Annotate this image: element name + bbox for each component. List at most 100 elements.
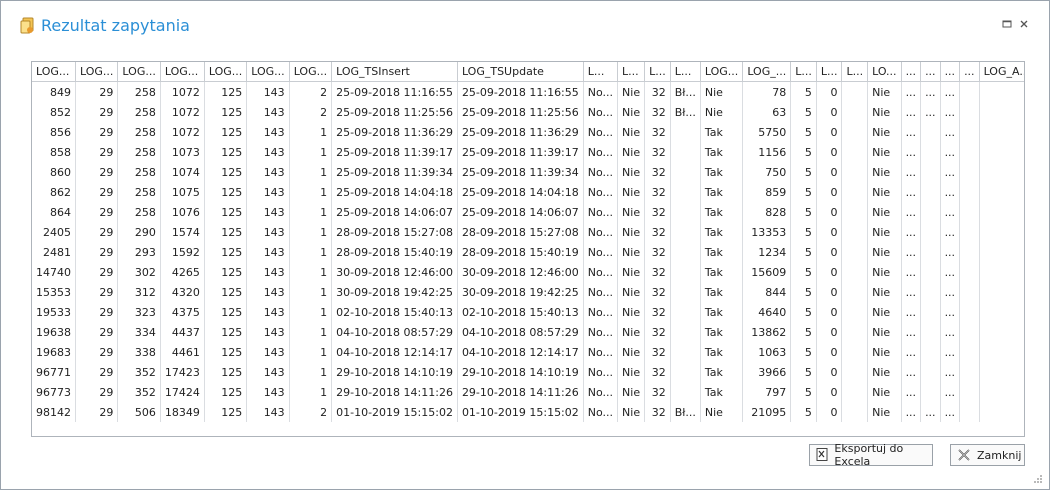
- table-row[interactable]: 849 29 258 1072 125 143 2 25-09-2018 11:16:55 25…: [32, 81, 1024, 102]
- table-cell: No...: [583, 142, 619, 162]
- close-button[interactable]: Zamknij: [950, 444, 1025, 466]
- column-header[interactable]: LOG...: [117, 62, 161, 82]
- column-header[interactable]: LOG...: [160, 62, 205, 82]
- column-header[interactable]: L...: [816, 62, 843, 82]
- column-header[interactable]: L...: [790, 62, 817, 82]
- table-cell: 258: [117, 142, 161, 162]
- table-cell: [920, 382, 941, 402]
- table-cell: 258: [117, 122, 161, 142]
- table-cell: Nie: [867, 122, 902, 142]
- table-cell: 5: [790, 81, 817, 102]
- table-cell: [841, 142, 869, 162]
- table-cell: Nie: [700, 402, 744, 422]
- table-cell: ...: [920, 81, 941, 102]
- column-header[interactable]: ...: [920, 62, 941, 82]
- resize-grip-icon[interactable]: [1033, 474, 1043, 484]
- column-header[interactable]: LOG...: [246, 62, 290, 82]
- table-row[interactable]: 15353 29 312 4320 125 143 1 30-09-2018 19:42:25…: [32, 282, 1024, 302]
- column-header[interactable]: L...: [644, 62, 671, 82]
- table-cell: 5: [790, 322, 817, 342]
- table-cell: 860: [32, 162, 76, 182]
- table-cell: 0: [816, 202, 843, 222]
- column-header[interactable]: LOG_A...: [979, 62, 1024, 82]
- table-cell: Bł...: [670, 102, 701, 122]
- table-cell: 15609: [742, 262, 792, 282]
- column-header[interactable]: LOG...: [700, 62, 744, 82]
- table-cell: Tak: [700, 222, 744, 242]
- excel-icon: [815, 447, 829, 463]
- column-header[interactable]: LOG_TSInsert: [331, 62, 458, 82]
- result-grid[interactable]: LOG... LOG... LOG... LOG... LOG... LOG... LOG.…: [31, 61, 1025, 437]
- table-cell: 1: [289, 242, 333, 262]
- table-cell: 0: [816, 242, 843, 262]
- table-row[interactable]: 860 29 258 1074 125 143 1 25-09-2018 11:39:34 25…: [32, 162, 1024, 182]
- column-header[interactable]: LOG...: [75, 62, 119, 82]
- column-header[interactable]: ...: [901, 62, 922, 82]
- table-cell: [670, 242, 701, 262]
- table-row[interactable]: 856 29 258 1072 125 143 1 25-09-2018 11:36:29 25…: [32, 122, 1024, 142]
- table-cell: Nie: [867, 162, 902, 182]
- table-row[interactable]: 862 29 258 1075 125 143 1 25-09-2018 14:04:18 25…: [32, 182, 1024, 202]
- column-header[interactable]: L...: [617, 62, 646, 82]
- table-row[interactable]: 19638 29 334 4437 125 143 1 04-10-2018 08:57:29…: [32, 322, 1024, 342]
- table-cell: Tak: [700, 182, 744, 202]
- table-cell: [979, 182, 1024, 202]
- table-cell: 1156: [742, 142, 792, 162]
- table-cell: ...: [940, 282, 961, 302]
- table-cell: 78: [742, 81, 792, 102]
- table-cell: ...: [901, 382, 922, 402]
- column-header[interactable]: LOG_...: [742, 62, 792, 82]
- table-cell: 856: [32, 122, 76, 142]
- column-header[interactable]: ...: [940, 62, 961, 82]
- table-cell: [841, 362, 869, 382]
- column-header[interactable]: LOG...: [32, 62, 76, 82]
- table-row[interactable]: 96771 29 352 17423 125 143 1 29-10-2018 14:10:1…: [32, 362, 1024, 382]
- table-cell: ...: [920, 102, 941, 122]
- table-cell: 125: [204, 362, 248, 382]
- table-cell: No...: [583, 202, 619, 222]
- table-row[interactable]: 2405 29 290 1574 125 143 1 28-09-2018 15:27:08 2…: [32, 222, 1024, 242]
- column-header[interactable]: LOG...: [289, 62, 333, 82]
- column-header[interactable]: ...: [959, 62, 980, 82]
- table-row[interactable]: 858 29 258 1073 125 143 1 25-09-2018 11:39:17 25…: [32, 142, 1024, 162]
- table-cell: 125: [204, 162, 248, 182]
- table-row[interactable]: 19533 29 323 4375 125 143 1 02-10-2018 15:40:13…: [32, 302, 1024, 322]
- table-cell: 25-09-2018 11:25:56: [457, 102, 584, 122]
- column-header[interactable]: LOG_TSUpdate: [457, 62, 584, 82]
- table-cell: Nie: [867, 242, 902, 262]
- table-cell: 13353: [742, 222, 792, 242]
- table-row[interactable]: 19683 29 338 4461 125 143 1 04-10-2018 12:14:17…: [32, 342, 1024, 362]
- column-header[interactable]: L...: [583, 62, 619, 82]
- table-cell: 143: [246, 282, 290, 302]
- table-row[interactable]: 2481 29 293 1592 125 143 1 28-09-2018 15:40:19 2…: [32, 242, 1024, 262]
- table-cell: 0: [816, 81, 843, 102]
- table-cell: [959, 322, 980, 342]
- table-cell: Tak: [700, 322, 744, 342]
- column-header[interactable]: L...: [670, 62, 701, 82]
- table-row[interactable]: 98142 29 506 18349 125 143 2 01-10-2019 15:15:0…: [32, 402, 1024, 422]
- table-row[interactable]: 96773 29 352 17424 125 143 1 29-10-2018 14:11:2…: [32, 382, 1024, 402]
- table-cell: 1: [289, 322, 333, 342]
- table-cell: 1: [289, 142, 333, 162]
- table-row[interactable]: 14740 29 302 4265 125 143 1 30-09-2018 12:46:00…: [32, 262, 1024, 282]
- result-table: LOG... LOG... LOG... LOG... LOG... LOG... LOG.…: [32, 62, 1024, 422]
- table-cell: Nie: [700, 81, 744, 102]
- close-window-button[interactable]: [1017, 18, 1031, 32]
- table-row[interactable]: 852 29 258 1072 125 143 2 25-09-2018 11:25:56 25…: [32, 102, 1024, 122]
- table-cell: ...: [940, 182, 961, 202]
- table-cell: 258: [117, 182, 161, 202]
- table-cell: 32: [644, 322, 671, 342]
- column-header[interactable]: LOG...: [204, 62, 248, 82]
- table-cell: 2405: [32, 222, 76, 242]
- table-cell: [841, 182, 869, 202]
- column-header[interactable]: LO...: [867, 62, 902, 82]
- table-cell: [841, 222, 869, 242]
- table-cell: Nie: [617, 322, 646, 342]
- column-header[interactable]: L...: [841, 62, 869, 82]
- table-cell: 5: [790, 282, 817, 302]
- export-excel-button[interactable]: Eksportuj do Excela: [809, 442, 933, 468]
- table-row[interactable]: 864 29 258 1076 125 143 1 25-09-2018 14:06:07 25…: [32, 202, 1024, 222]
- table-cell: [920, 262, 941, 282]
- maximize-button[interactable]: [1000, 18, 1014, 32]
- table-cell: 32: [644, 362, 671, 382]
